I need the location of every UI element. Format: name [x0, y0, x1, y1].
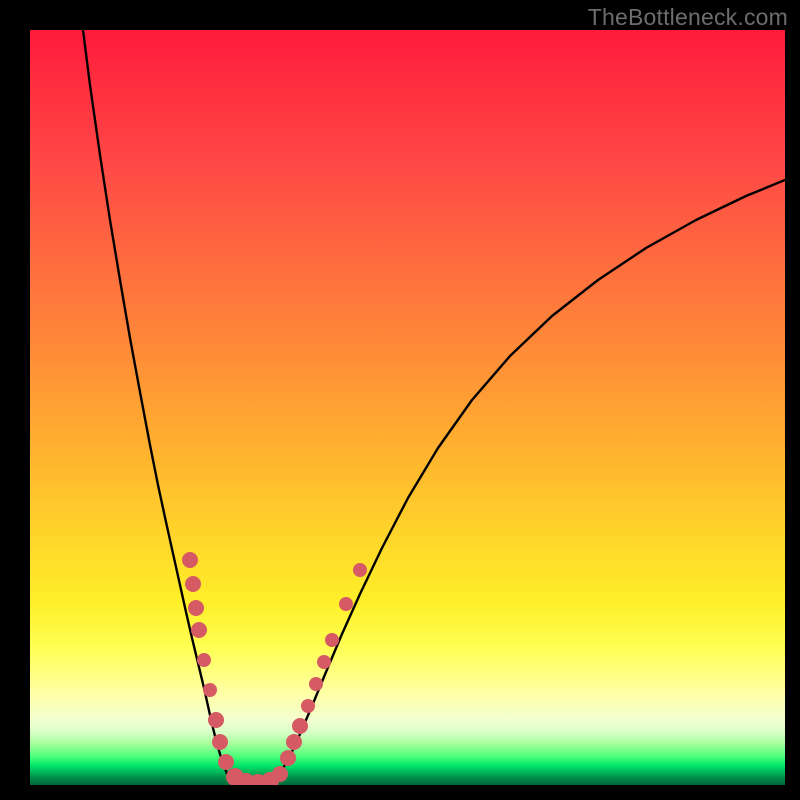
sample-marker: [191, 622, 207, 638]
sample-marker: [188, 600, 204, 616]
sample-marker: [272, 766, 288, 782]
curve-layer: [30, 30, 785, 785]
sample-marker: [185, 576, 201, 592]
plot-area: [30, 30, 785, 785]
sample-marker: [208, 712, 224, 728]
chart-frame: TheBottleneck.com: [0, 0, 800, 800]
sample-marker: [292, 718, 308, 734]
sample-marker: [280, 750, 296, 766]
sample-marker: [286, 734, 302, 750]
sample-marker: [339, 597, 353, 611]
sample-marker: [325, 633, 339, 647]
watermark-text: TheBottleneck.com: [588, 4, 788, 31]
sample-marker: [218, 754, 234, 770]
sample-marker: [203, 683, 217, 697]
sample-marker: [317, 655, 331, 669]
marker-group: [182, 552, 367, 785]
sample-marker: [309, 677, 323, 691]
bottleneck-curve: [83, 30, 785, 784]
sample-marker: [353, 563, 367, 577]
sample-marker: [301, 699, 315, 713]
sample-marker: [197, 653, 211, 667]
sample-marker: [212, 734, 228, 750]
sample-marker: [182, 552, 198, 568]
